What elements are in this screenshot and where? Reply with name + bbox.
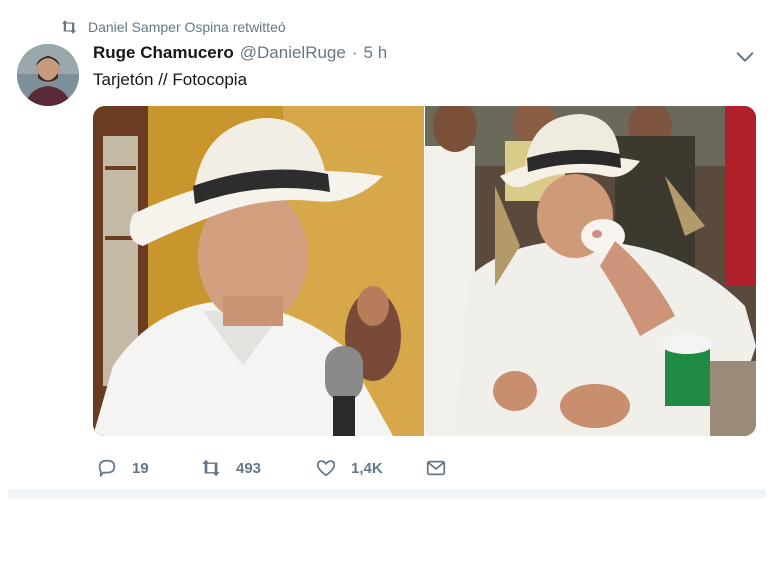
retweet-context[interactable]: Daniel Samper Ospina retwitteó [60, 16, 286, 38]
retweet-context-text: Daniel Samper Ospina retwitteó [88, 19, 286, 35]
tweet-separator [8, 489, 766, 498]
tweet-timestamp[interactable]: 5 h [364, 43, 388, 63]
reply-icon [98, 459, 116, 477]
avatar[interactable] [17, 44, 79, 106]
retweet-button[interactable]: 493 [200, 457, 315, 479]
tweet-actions: 19 493 1,4K [96, 455, 447, 481]
tweet-media[interactable] [93, 106, 756, 436]
envelope-icon [426, 460, 446, 476]
avatar-image [17, 44, 79, 106]
like-button[interactable]: 1,4K [315, 457, 425, 479]
tweet-author-line: Ruge Chamucero @DanielRuge · 5 h [93, 43, 387, 67]
tweet-card[interactable]: Daniel Samper Ospina retwitteó Ruge Cham… [0, 0, 780, 500]
author-handle[interactable]: @DanielRuge [240, 43, 346, 63]
reply-count: 19 [132, 459, 149, 477]
retweet-icon [61, 20, 77, 34]
tweet-text: Tarjetón // Fotocopia [93, 70, 248, 89]
photo-left[interactable] [93, 106, 424, 436]
author-display-name[interactable]: Ruge Chamucero [93, 43, 234, 63]
retweet-icon [202, 459, 220, 477]
heart-icon [316, 460, 336, 477]
like-count: 1,4K [351, 459, 383, 477]
retweet-count: 493 [236, 459, 262, 477]
photo-right[interactable] [425, 106, 756, 436]
reply-button[interactable]: 19 [96, 457, 200, 479]
chevron-down-icon[interactable] [734, 46, 756, 68]
direct-message-button[interactable] [425, 457, 447, 479]
separator-dot: · [351, 43, 358, 62]
